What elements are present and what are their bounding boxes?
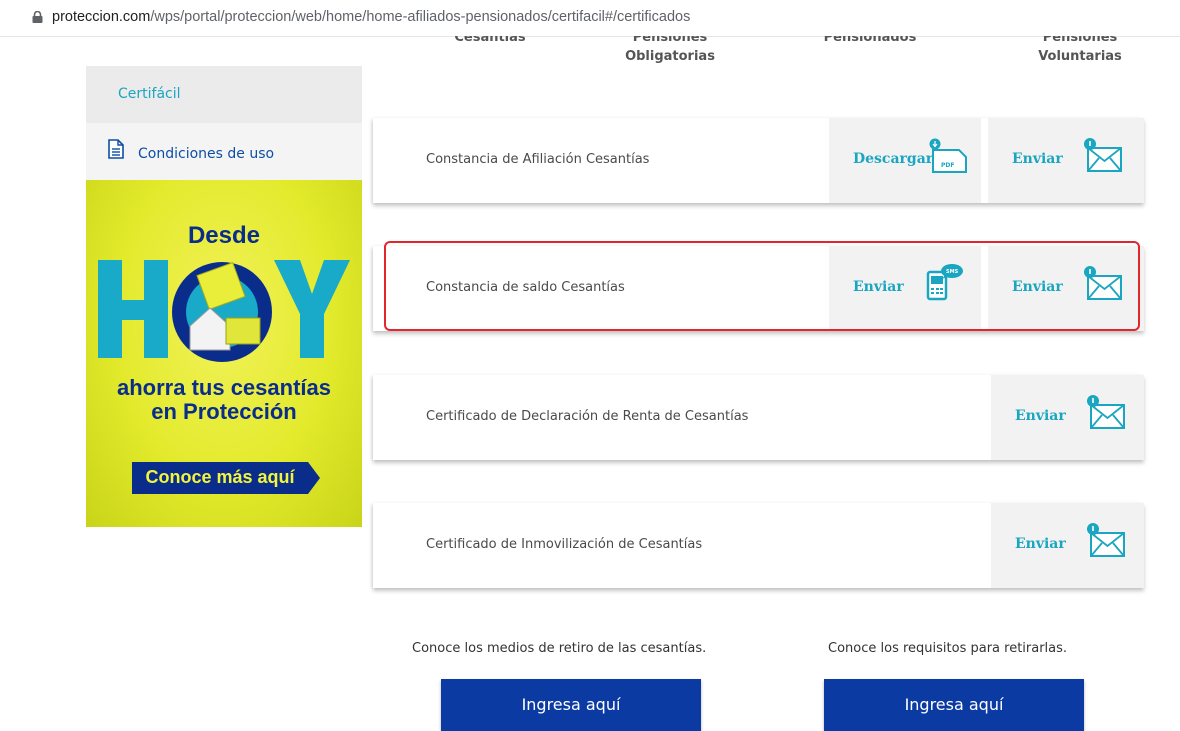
certificate-title: Constancia de Afiliación Cesantías	[426, 152, 650, 167]
url-text[interactable]: proteccion.com/wps/portal/proteccion/web…	[52, 9, 690, 25]
document-icon	[108, 139, 124, 159]
certificate-row-afiliacion: Constancia de Afiliación Cesantías Desca…	[373, 118, 1144, 203]
banner-hoy-graphic	[98, 260, 350, 362]
withdrawal-methods-button[interactable]: Ingresa aquí	[441, 679, 701, 731]
withdrawal-methods-text: Conoce los medios de retiro de las cesan…	[412, 641, 707, 656]
withdrawal-requirements-text: Conoce los requisitos para retirarlas.	[828, 641, 1068, 656]
send-email-button[interactable]: Enviar	[991, 375, 1144, 460]
send-label: Enviar	[1015, 408, 1066, 424]
certificate-row-declaracion-renta: Certificado de Declaración de Renta de C…	[373, 375, 1144, 460]
sms-phone-icon: SMS	[926, 264, 963, 301]
send-label: Enviar	[853, 279, 904, 295]
send-email-button[interactable]: Enviar	[988, 118, 1144, 203]
lock-icon	[32, 11, 43, 23]
email-icon	[1087, 523, 1125, 557]
sidebar-item-certifacil[interactable]: Certifácil	[86, 66, 362, 123]
url-domain: proteccion.com	[52, 9, 151, 25]
banner-text-line1: ahorra tus cesantías	[117, 375, 331, 400]
svg-text:PDF: PDF	[941, 162, 954, 169]
sidebar-item-label: Condiciones de uso	[138, 146, 275, 162]
email-icon	[1087, 395, 1125, 429]
banner-desde-text: Desde	[187, 222, 261, 249]
certificate-title: Certificado de Inmovilización de Cesantí…	[426, 537, 703, 552]
certificate-title: Constancia de saldo Cesantías	[426, 280, 625, 295]
column-header-pensiones-obligatorias: Pensiones Obligatorias	[625, 36, 715, 64]
column-header-pensionados: Pensionados	[823, 36, 917, 45]
send-email-button[interactable]: Enviar	[988, 246, 1144, 331]
certificate-title: Certificado de Declaración de Renta de C…	[426, 409, 749, 424]
address-bar[interactable]: proteccion.com/wps/portal/proteccion/web…	[0, 0, 1180, 37]
banner-cta-label: Conoce más aquí	[145, 467, 295, 487]
send-label: Enviar	[1012, 279, 1063, 295]
url-path: /wps/portal/proteccion/web/home/home-afi…	[150, 9, 691, 25]
pdf-download-icon: PDF	[929, 138, 967, 173]
sidebar-item-condiciones-de-uso[interactable]: Condiciones de uso	[86, 123, 362, 180]
download-label: Descargar	[853, 151, 934, 167]
email-icon	[1084, 266, 1122, 300]
sidebar-item-label: Certifácil	[118, 86, 181, 102]
send-sms-button[interactable]: Enviar SMS	[829, 246, 981, 331]
banner-cta-button[interactable]: Conoce más aquí	[130, 462, 320, 494]
withdrawal-requirements-button[interactable]: Ingresa aquí	[824, 679, 1084, 731]
column-header-cesantias: Cesantías	[454, 36, 526, 45]
certificate-row-inmovilizacion: Certificado de Inmovilización de Cesantí…	[373, 503, 1144, 588]
svg-text:SMS: SMS	[946, 269, 959, 275]
promo-banner[interactable]: Desde ahorra tus cesantías en Protección…	[86, 180, 362, 527]
send-label: Enviar	[1015, 536, 1066, 552]
column-header-pensiones-voluntarias: Pensiones Voluntarias	[1038, 36, 1122, 64]
email-icon	[1084, 138, 1122, 172]
download-pdf-button[interactable]: Descargar PDF	[829, 118, 981, 203]
certificate-row-saldo: Constancia de saldo Cesantías Enviar SMS…	[373, 246, 1144, 331]
banner-text-line2: en Protección	[151, 399, 297, 424]
send-label: Enviar	[1012, 151, 1063, 167]
send-email-button[interactable]: Enviar	[991, 503, 1144, 588]
